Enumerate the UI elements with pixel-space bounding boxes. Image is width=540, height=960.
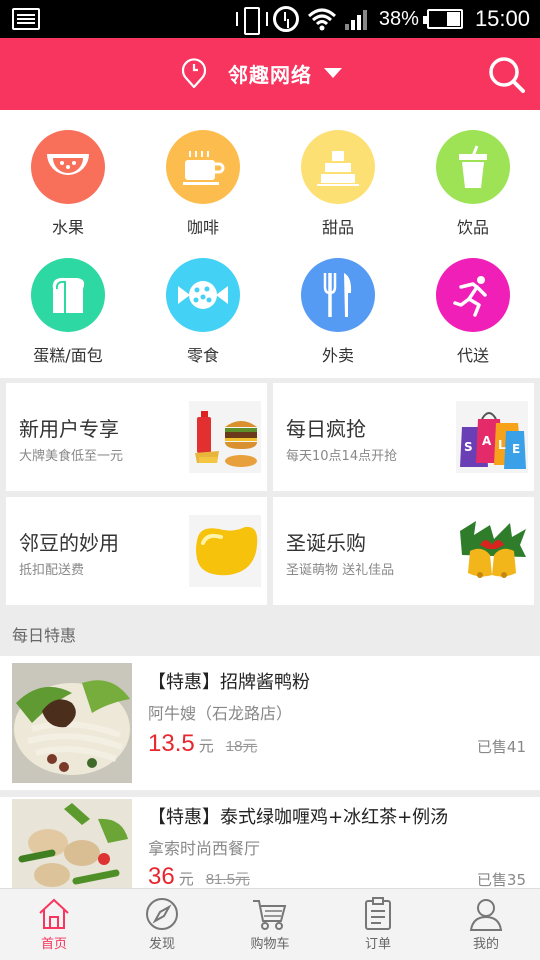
compass-icon bbox=[146, 898, 178, 930]
shopping-bags-icon: S A L E bbox=[456, 401, 528, 473]
location-pin-icon bbox=[181, 58, 207, 88]
coffee-cup-icon bbox=[166, 130, 240, 204]
battery-icon bbox=[422, 9, 463, 29]
category-bakery[interactable]: 蛋糕/面包 bbox=[8, 258, 128, 366]
location-name: 邻趣网络 bbox=[228, 62, 312, 87]
category-label: 零食 bbox=[186, 346, 219, 365]
promo-christmas[interactable]: 圣诞乐购 圣诞萌物 送礼佳品 bbox=[273, 497, 534, 605]
tab-label: 购物车 bbox=[250, 937, 290, 952]
vibrate-icon bbox=[235, 7, 268, 35]
category-label: 咖啡 bbox=[186, 218, 219, 237]
category-coffee[interactable]: 咖啡 bbox=[143, 130, 263, 238]
svg-text:S: S bbox=[464, 440, 473, 454]
deal-shop: 拿索时尚西餐厅 bbox=[148, 839, 261, 858]
cart-icon bbox=[253, 900, 287, 930]
promo-subtitle: 圣诞萌物 送礼佳品 bbox=[286, 563, 395, 578]
promo-title: 圣诞乐购 bbox=[286, 531, 366, 555]
category-snacks[interactable]: 零食 bbox=[143, 258, 263, 366]
tab-profile[interactable]: 我的 bbox=[432, 889, 540, 960]
category-label: 水果 bbox=[51, 218, 84, 237]
tab-home[interactable]: 首页 bbox=[0, 889, 108, 960]
user-icon bbox=[469, 899, 503, 931]
category-grid: 水果 咖啡 甜品 饮品 蛋糕/面包 零食 外卖 代送 bbox=[0, 110, 540, 378]
category-fruit[interactable]: 水果 bbox=[8, 130, 128, 238]
battery-percent: 38% bbox=[378, 7, 419, 30]
app-header: 邻趣网络 bbox=[0, 38, 540, 110]
deal-sold-count: 已售41 bbox=[476, 738, 526, 756]
promo-title: 每日疯抢 bbox=[286, 417, 366, 441]
deal-name: 【特惠】泰式绿咖喱鸡+冰红茶+例汤 bbox=[148, 807, 449, 828]
deal-original-price: 18元 bbox=[225, 738, 258, 755]
svg-text:L: L bbox=[498, 438, 506, 452]
fork-knife-icon bbox=[301, 258, 375, 332]
chevron-down-icon bbox=[324, 68, 342, 78]
clock: 15:00 bbox=[474, 6, 530, 31]
promo-new-user[interactable]: 新用户专享 大牌美食低至一元 bbox=[6, 383, 267, 491]
category-takeaway[interactable]: 外卖 bbox=[278, 258, 398, 366]
category-delivery[interactable]: 代送 bbox=[413, 258, 533, 366]
category-dessert[interactable]: 甜品 bbox=[278, 130, 398, 238]
home-icon bbox=[39, 898, 69, 929]
deal-price-unit: 元 bbox=[198, 737, 214, 755]
promo-subtitle: 抵扣配送费 bbox=[19, 563, 85, 578]
tab-cart[interactable]: 购物车 bbox=[216, 889, 324, 960]
category-label: 外卖 bbox=[321, 346, 354, 365]
category-label: 甜品 bbox=[321, 218, 354, 237]
tab-label: 订单 bbox=[364, 937, 391, 952]
category-label: 蛋糕/面包 bbox=[33, 346, 103, 365]
deal-current-price: 36 bbox=[148, 863, 175, 888]
deal-item[interactable]: 【特惠】招牌酱鸭粉 阿牛嫂（石龙路店） 13.5 元 18元 已售41 bbox=[0, 656, 540, 790]
runner-icon bbox=[436, 258, 510, 332]
location-selector[interactable]: 邻趣网络 bbox=[180, 58, 342, 88]
tab-label: 首页 bbox=[40, 937, 67, 952]
promo-subtitle: 每天10点14点开抢 bbox=[286, 449, 398, 464]
alarm-icon bbox=[272, 6, 299, 32]
promo-title: 邻豆的妙用 bbox=[19, 531, 119, 555]
search-icon[interactable] bbox=[488, 56, 526, 94]
svg-text:E: E bbox=[512, 442, 520, 456]
signal-icon bbox=[344, 8, 371, 30]
bread-icon bbox=[31, 258, 105, 332]
deal-sold-count: 已售35 bbox=[476, 871, 526, 888]
category-label: 代送 bbox=[456, 346, 489, 365]
promo-daily-rush[interactable]: 每日疯抢 每天10点14点开抢 S A L E bbox=[273, 383, 534, 491]
tab-orders[interactable]: 订单 bbox=[324, 889, 432, 960]
tab-label: 我的 bbox=[472, 937, 499, 952]
candy-icon bbox=[166, 258, 240, 332]
status-bar: 38% 15:00 bbox=[0, 0, 540, 38]
promo-subtitle: 大牌美食低至一元 bbox=[19, 449, 124, 464]
deal-item[interactable]: 【特惠】泰式绿咖喱鸡+冰红茶+例汤 拿索时尚西餐厅 36 元 81.5元 已售3… bbox=[0, 797, 540, 888]
tab-label: 发现 bbox=[148, 937, 175, 952]
deal-original-price: 81.5元 bbox=[205, 871, 250, 888]
gold-bean-icon bbox=[189, 515, 261, 587]
duck-noodle-photo bbox=[12, 663, 132, 783]
deal-price: 13.5 元 18元 bbox=[148, 730, 257, 758]
deal-price-unit: 元 bbox=[178, 870, 194, 888]
category-drinks[interactable]: 饮品 bbox=[413, 130, 533, 238]
promo-title: 新用户专享 bbox=[19, 417, 119, 441]
drink-cup-icon bbox=[436, 130, 510, 204]
deal-current-price: 13.5 bbox=[148, 730, 195, 757]
deal-shop: 阿牛嫂（石龙路店） bbox=[148, 704, 293, 723]
promo-lindou[interactable]: 邻豆的妙用 抵扣配送费 bbox=[6, 497, 267, 605]
green-curry-chicken-photo bbox=[12, 799, 132, 888]
clipboard-icon bbox=[365, 897, 391, 930]
watermelon-icon bbox=[31, 130, 105, 204]
tab-discover[interactable]: 发现 bbox=[108, 889, 216, 960]
deal-price: 36 元 81.5元 bbox=[148, 863, 250, 888]
category-label: 饮品 bbox=[456, 218, 489, 237]
christmas-bells-icon bbox=[460, 521, 526, 578]
burger-meal-icon bbox=[189, 401, 261, 473]
cake-icon bbox=[301, 130, 375, 204]
gallery-notification-icon bbox=[12, 8, 40, 30]
bottom-tab-bar: 首页 发现 购物车 订单 我的 bbox=[0, 888, 540, 960]
section-title-daily-deals: 每日特惠 bbox=[12, 626, 77, 645]
wifi-icon bbox=[307, 8, 336, 31]
deal-name: 【特惠】招牌酱鸭粉 bbox=[148, 672, 310, 693]
svg-text:A: A bbox=[482, 434, 492, 448]
